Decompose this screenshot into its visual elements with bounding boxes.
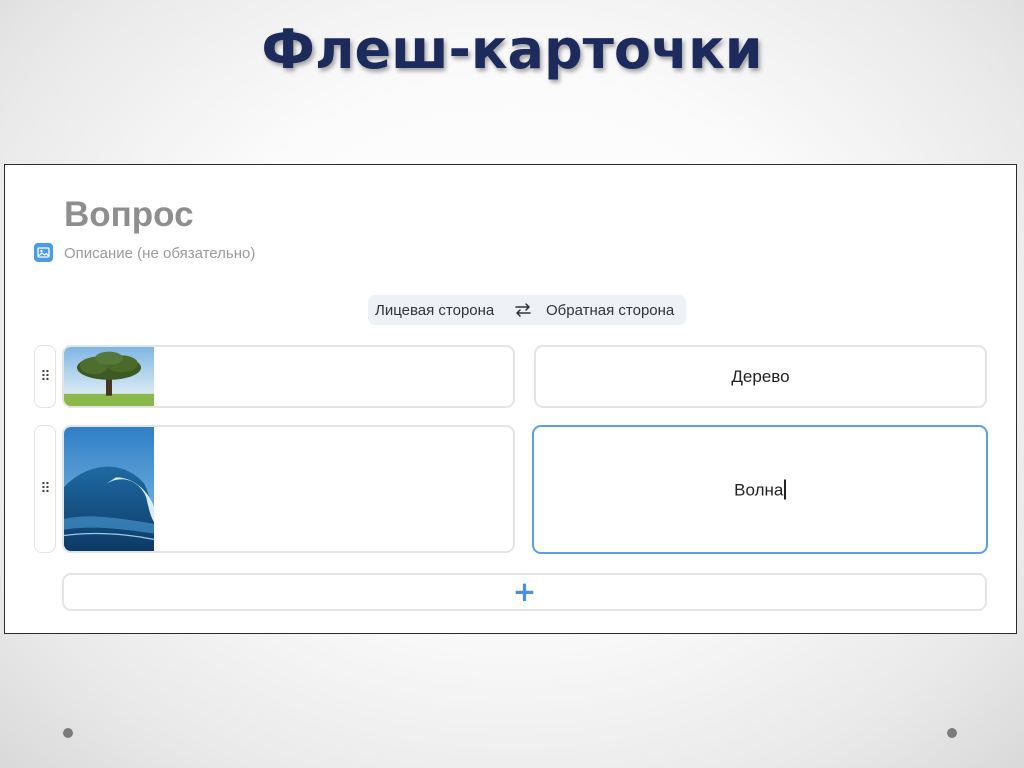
- text-cursor: [784, 479, 786, 499]
- sides-toggle[interactable]: Лицевая сторона Обратная сторона: [368, 295, 686, 325]
- flashcard-editor: Вопрос Описание (не обязательно) Лицевая…: [4, 164, 1017, 634]
- tree-photo: [64, 347, 154, 406]
- slide-title: Флеш-карточки: [261, 18, 763, 81]
- card-back[interactable]: Дерево: [534, 345, 987, 408]
- drag-handle-icon[interactable]: ⠿: [34, 425, 56, 553]
- card-back-text: Дерево: [731, 366, 790, 386]
- slide-dot: [947, 728, 957, 738]
- question-title[interactable]: Вопрос: [64, 195, 194, 235]
- swap-icon[interactable]: [514, 301, 532, 323]
- add-image-icon[interactable]: [34, 243, 53, 262]
- card-back[interactable]: Волна: [532, 425, 988, 554]
- plus-icon: +: [512, 575, 537, 608]
- card-back-input[interactable]: Волна: [534, 479, 986, 500]
- slide-dot: [63, 728, 73, 738]
- card-front[interactable]: [62, 425, 515, 553]
- drag-handle-icon[interactable]: ⠿: [34, 345, 56, 408]
- card-back-text: Волна: [734, 480, 784, 499]
- add-card-button[interactable]: +: [62, 573, 987, 611]
- description-field[interactable]: Описание (не обязательно): [64, 245, 255, 262]
- card-front[interactable]: [62, 345, 515, 408]
- front-side-label: Лицевая сторона: [375, 302, 495, 319]
- wave-photo: [64, 427, 154, 551]
- back-side-label: Обратная сторона: [546, 302, 675, 319]
